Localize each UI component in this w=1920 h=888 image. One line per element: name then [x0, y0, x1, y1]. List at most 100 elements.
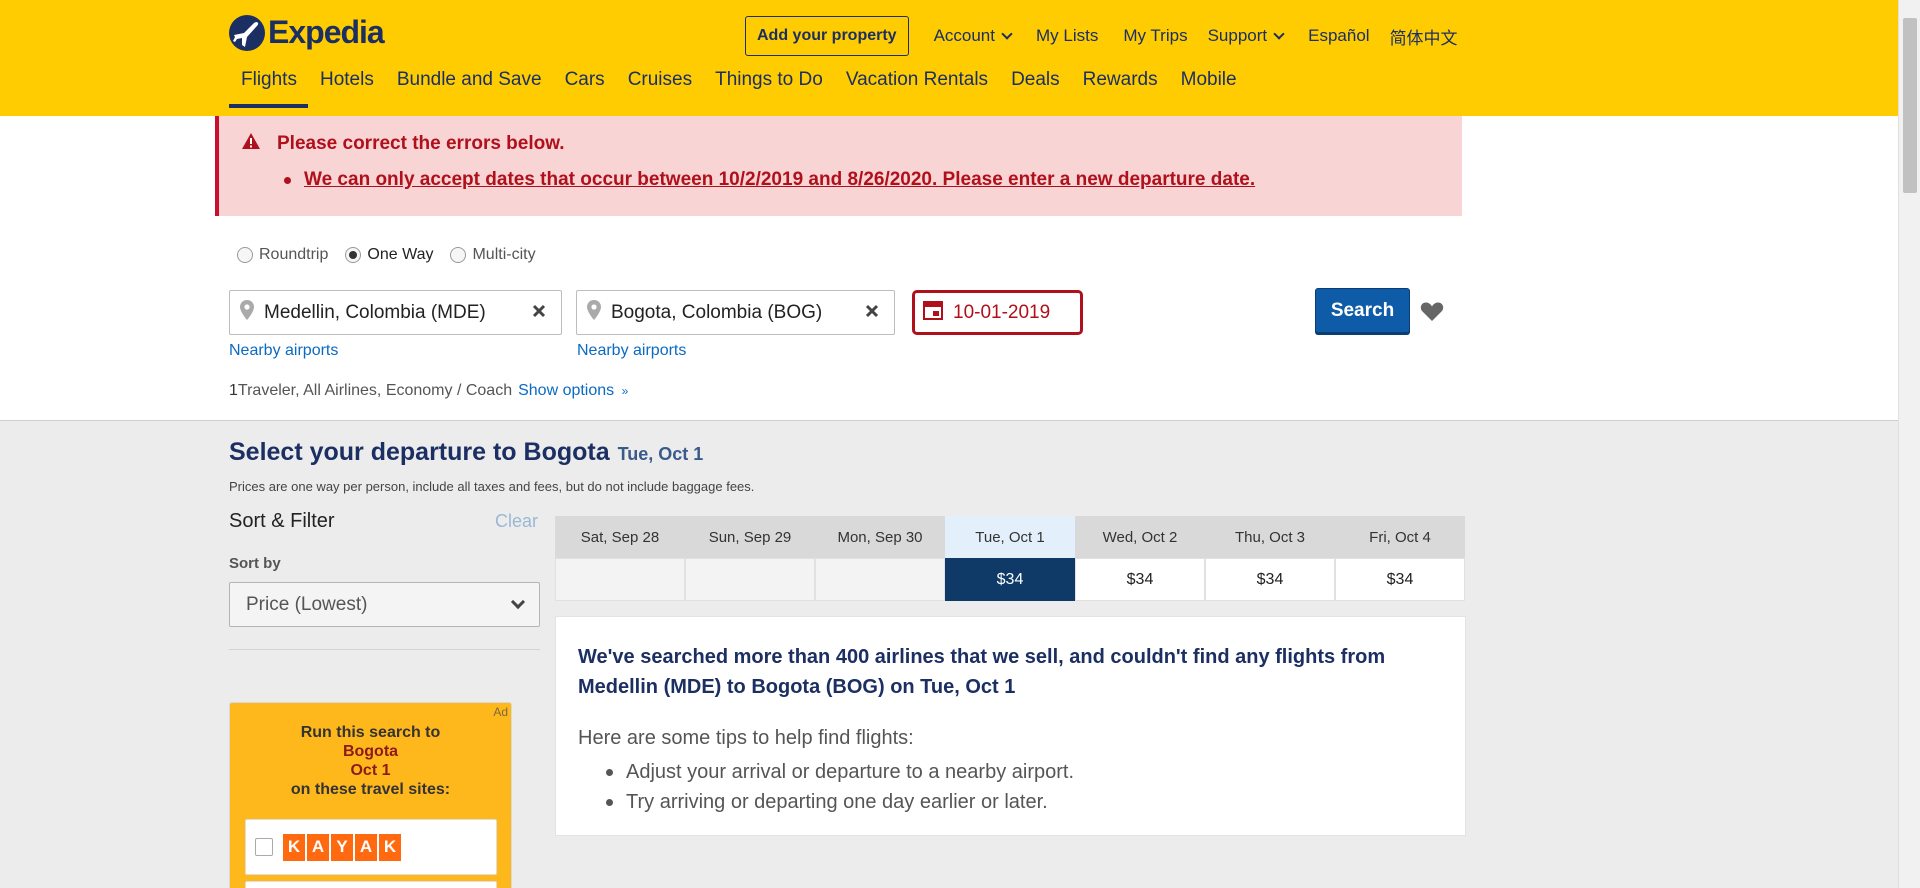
multi-city-radio[interactable] [450, 247, 467, 263]
chevron-down-icon [1273, 27, 1285, 40]
clear-destination-icon[interactable] [864, 303, 880, 325]
top-nav: Add your property Account My Lists My Tr… [745, 16, 1458, 56]
one-way-option[interactable]: One Way [345, 246, 433, 264]
kayak-option[interactable]: K A Y A K [245, 819, 497, 875]
location-pin-icon [587, 299, 601, 326]
destination-value: Bogota, Colombia (BOG) [611, 301, 823, 323]
price-cell[interactable]: $34 [1205, 558, 1335, 601]
price-cell-selected[interactable]: $34 [945, 558, 1075, 601]
location-pin-icon [240, 299, 254, 326]
destination-field[interactable]: Bogota, Colombia (BOG) [576, 290, 895, 335]
results-date: Tue, Oct 1 [617, 444, 704, 464]
ad-destination: Bogota [342, 743, 399, 760]
nearby-airports-origin-link[interactable]: Nearby airports [229, 342, 338, 360]
nearby-airports-destination-link[interactable]: Nearby airports [577, 342, 686, 360]
trip-type-group: Roundtrip One Way Multi-city [237, 246, 553, 264]
tab-cruises[interactable]: Cruises [617, 68, 703, 108]
page-scrollbar[interactable] [1898, 0, 1920, 888]
multi-city-label: Multi-city [472, 246, 536, 263]
one-way-label: One Way [367, 246, 434, 263]
traveler-count: 1 [229, 382, 238, 399]
tab-mobile[interactable]: Mobile [1170, 68, 1248, 108]
ad-tag: Ad [493, 705, 508, 719]
clear-origin-icon[interactable] [531, 303, 547, 325]
tab-rewards[interactable]: Rewards [1072, 68, 1169, 108]
language-chinese-link[interactable]: 简体中文 [1390, 24, 1458, 49]
error-title: Please correct the errors below. [277, 133, 565, 154]
search-panel: Please correct the errors below. We can … [0, 116, 1898, 421]
page-title: Select your departure to Bogota [229, 438, 610, 466]
language-spanish-link[interactable]: Español [1308, 26, 1369, 46]
roundtrip-option[interactable]: Roundtrip [237, 246, 328, 264]
ad-panel: Ad Run this search to Bogota Oct 1 on th… [229, 702, 512, 888]
traveler-details: Traveler, All Airlines, Economy / Coach [237, 382, 513, 399]
error-message-link[interactable]: We can only accept dates that occur betw… [284, 169, 1255, 191]
tab-deals[interactable]: Deals [1000, 68, 1071, 108]
sort-filter-heading: Sort & Filter [229, 510, 335, 532]
date-header[interactable]: Fri, Oct 4 [1335, 516, 1465, 558]
expedia-logo[interactable]: Expedia [229, 14, 385, 51]
one-way-radio[interactable] [345, 247, 362, 263]
date-price-grid: Sat, Sep 28 Sun, Sep 29 Mon, Sep 30 Tue,… [555, 516, 1465, 601]
results-heading: Select your departure to Bogota Tue, Oct… [229, 438, 703, 467]
kayak-letter: A [307, 833, 329, 861]
chevron-down-icon [510, 594, 526, 610]
calendar-icon [923, 300, 943, 326]
departure-date-field[interactable]: 10-01-2019 [912, 290, 1083, 335]
bullet [606, 768, 613, 776]
double-chevron-down-icon: » [621, 384, 629, 398]
tab-cars[interactable]: Cars [554, 68, 616, 108]
date-header[interactable]: Mon, Sep 30 [815, 516, 945, 558]
origin-value: Medellin, Colombia (MDE) [264, 301, 486, 323]
kayak-letter: Y [331, 833, 353, 861]
globe-plane-icon [229, 14, 265, 51]
ad-line: on these travel sites: [290, 781, 451, 798]
scroll-thumb[interactable] [1903, 18, 1917, 193]
roundtrip-radio[interactable] [237, 247, 253, 263]
support-label: Support [1207, 26, 1268, 45]
price-cell [685, 558, 815, 601]
main-nav: Flights Hotels Bundle and Save Cars Crui… [229, 68, 1249, 108]
site-header: Expedia Add your property Account My Lis… [0, 0, 1898, 116]
account-menu[interactable]: Account [934, 26, 1013, 46]
origin-field[interactable]: Medellin, Colombia (MDE) [229, 290, 562, 335]
search-button[interactable]: Search [1315, 288, 1410, 333]
date-header[interactable]: Wed, Oct 2 [1075, 516, 1205, 558]
error-alert: Please correct the errors below. We can … [215, 116, 1462, 216]
multi-city-option[interactable]: Multi-city [450, 246, 536, 264]
tab-vacation-rentals[interactable]: Vacation Rentals [835, 68, 999, 108]
add-property-button[interactable]: Add your property [745, 16, 909, 56]
price-cell[interactable]: $34 [1075, 558, 1205, 601]
date-header-selected[interactable]: Tue, Oct 1 [945, 516, 1075, 558]
traveler-summary: 1 Traveler, All Airlines, Economy / Coac… [229, 382, 628, 400]
date-header-row: Sat, Sep 28 Sun, Sep 29 Mon, Sep 30 Tue,… [555, 516, 1465, 558]
show-options-link[interactable]: Show options » [518, 382, 628, 400]
date-price-row: $34 $34 $34 $34 [555, 558, 1465, 601]
support-menu[interactable]: Support [1207, 26, 1285, 46]
tab-hotels[interactable]: Hotels [309, 68, 385, 108]
ad-line: Run this search to [300, 724, 441, 741]
kayak-checkbox[interactable] [255, 838, 273, 856]
logo-text: Expedia [268, 14, 385, 50]
date-header[interactable]: Thu, Oct 3 [1205, 516, 1335, 558]
no-flights-panel: We've searched more than 400 airlines th… [555, 616, 1466, 836]
my-trips-link[interactable]: My Trips [1123, 26, 1187, 46]
tab-bundle-and-save[interactable]: Bundle and Save [386, 68, 553, 108]
price-cell[interactable]: $34 [1335, 558, 1465, 601]
heart-icon[interactable] [1420, 302, 1444, 327]
chevron-down-icon [1001, 27, 1013, 40]
date-header[interactable]: Sat, Sep 28 [555, 516, 685, 558]
date-header[interactable]: Sun, Sep 29 [685, 516, 815, 558]
travel-site-option[interactable] [245, 881, 497, 888]
my-lists-link[interactable]: My Lists [1036, 26, 1098, 46]
price-note: Prices are one way per person, include a… [229, 479, 755, 494]
bullet [284, 176, 291, 184]
divider [229, 649, 540, 650]
tip-text: Try arriving or departing one day earlie… [626, 791, 1048, 813]
tab-flights[interactable]: Flights [229, 68, 308, 108]
list-item: Try arriving or departing one day earlie… [606, 787, 1074, 817]
show-options-label: Show options [518, 382, 615, 399]
sort-by-select[interactable]: Price (Lowest) [229, 582, 540, 627]
clear-filters-link[interactable]: Clear [495, 511, 538, 532]
tab-things-to-do[interactable]: Things to Do [704, 68, 834, 108]
